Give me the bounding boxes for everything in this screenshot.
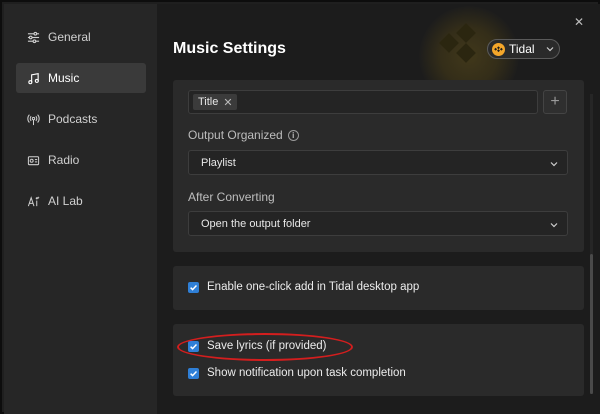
save-lyrics-option[interactable]: Save lyrics (if provided): [188, 340, 327, 352]
show-notification-label: Show notification upon task completion: [207, 367, 406, 379]
page-title: Music Settings: [173, 40, 286, 57]
after-converting-value: Open the output folder: [201, 217, 311, 230]
radio-icon: [26, 153, 40, 167]
close-button[interactable]: ✕: [574, 13, 588, 29]
extras-card: Save lyrics (if provided) Show notificat…: [173, 324, 584, 396]
add-tag-button[interactable]: +: [543, 90, 567, 114]
one-click-add-checkbox[interactable]: [188, 281, 199, 293]
close-icon: ✕: [574, 15, 585, 29]
save-lyrics-label: Save lyrics (if provided): [207, 340, 327, 352]
sidebar-item-ai-lab[interactable]: AI Lab: [16, 186, 146, 216]
ai-icon: [26, 194, 40, 208]
sidebar-item-general[interactable]: General: [16, 22, 146, 52]
filename-tags-input[interactable]: Title ✕: [188, 90, 538, 114]
sidebar-item-radio[interactable]: Radio: [16, 145, 146, 175]
one-click-add-option[interactable]: Enable one-click add in Tidal desktop ap…: [188, 281, 419, 293]
check-icon: [190, 284, 197, 291]
one-click-add-card: Enable one-click add in Tidal desktop ap…: [173, 266, 584, 310]
music-note-icon: [26, 71, 40, 85]
remove-tag-icon[interactable]: ✕: [223, 96, 232, 109]
sidebar-item-label: AI Lab: [48, 194, 83, 208]
after-converting-label: After Converting: [188, 190, 275, 204]
plus-icon: +: [550, 93, 560, 110]
scrollbar-track[interactable]: [590, 94, 593, 394]
check-icon: [190, 370, 197, 377]
chevron-down-icon: [550, 162, 558, 167]
after-converting-select[interactable]: Open the output folder: [188, 211, 568, 236]
sidebar-item-podcasts[interactable]: Podcasts: [16, 104, 146, 134]
info-icon[interactable]: i: [287, 129, 299, 141]
chevron-down-icon: [550, 223, 558, 228]
sidebar: General Music Podcasts Radio AI Lab: [4, 4, 157, 414]
sidebar-item-label: Music: [48, 71, 80, 85]
source-label: Tidal: [509, 42, 535, 56]
scrollbar-thumb[interactable]: [590, 254, 593, 394]
sliders-icon: [26, 30, 40, 44]
sidebar-item-music[interactable]: Music: [16, 63, 146, 93]
main-panel: ✕ Music Settings Tidal Title ✕ + Output …: [157, 4, 600, 414]
check-icon: [190, 343, 197, 350]
sidebar-item-label: Podcasts: [48, 112, 98, 126]
show-notification-option[interactable]: Show notification upon task completion: [188, 367, 406, 379]
show-notification-checkbox[interactable]: [188, 367, 199, 379]
source-selector[interactable]: Tidal: [487, 39, 560, 59]
save-lyrics-checkbox[interactable]: [188, 340, 199, 352]
sidebar-item-label: Radio: [48, 153, 80, 167]
tidal-logo-icon: [492, 42, 505, 56]
output-settings-card: Title ✕ + Output Organized i Playlist Af…: [173, 80, 584, 252]
sidebar-item-label: General: [48, 30, 91, 44]
filename-tag-title: Title ✕: [193, 94, 237, 110]
output-organized-label: Output Organized i: [188, 128, 299, 142]
settings-window: General Music Podcasts Radio AI Lab ✕ Mu…: [0, 0, 600, 414]
one-click-add-label: Enable one-click add in Tidal desktop ap…: [207, 281, 420, 293]
tag-label: Title: [198, 96, 219, 108]
output-organized-value: Playlist: [201, 156, 236, 169]
output-organized-select[interactable]: Playlist: [188, 150, 568, 175]
chevron-down-icon: [546, 47, 554, 52]
broadcast-icon: [26, 112, 40, 126]
